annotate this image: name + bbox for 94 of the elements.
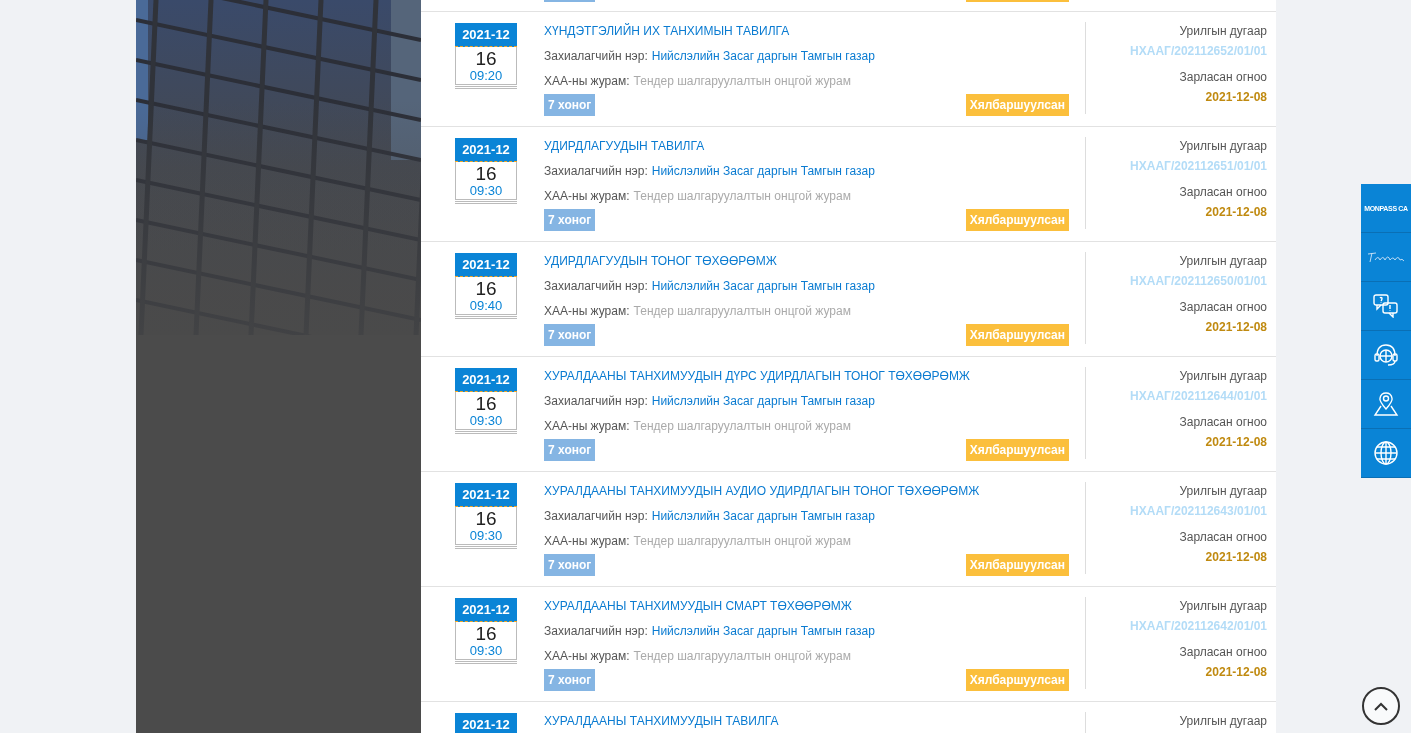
procedure-value: Тендер шалгаруулалтын онцгой журам [633, 303, 851, 320]
customer-link[interactable]: Нийслэлийн Засаг даргын Тамгын газар [651, 162, 875, 180]
duration-badge: 7 хоног [544, 209, 596, 231]
type-badge: Хялбаршуулсан [965, 324, 1069, 346]
date-time: 09:30 [469, 184, 503, 197]
map-pin-icon [1373, 391, 1399, 417]
date-month: 2021-12 [455, 713, 517, 733]
tender-title[interactable]: ХҮНДЭТГЭЛИЙН ИХ ТАНХИМЫН ТАВИЛГА [544, 22, 1069, 40]
date-day: 16 [475, 509, 497, 528]
procedure-label: ХАА-ны журам: [544, 418, 630, 435]
duration-badge: 7 хоног [544, 439, 596, 461]
chat-icon [1373, 294, 1399, 318]
invite-number: НХААГ/202112642/01/01 [1130, 618, 1267, 635]
date-time: 09:40 [469, 299, 503, 312]
invite-number: НХААГ/202112643/01/01 [1130, 503, 1267, 520]
customer-link[interactable]: Нийслэлийн Засаг даргын Тамгын газар [651, 392, 875, 410]
invite-label: Урилгын дугаар [1179, 253, 1267, 270]
invite-number: НХААГ/202112650/01/01 [1130, 273, 1267, 290]
type-badge: Хялбаршуулсан [965, 94, 1069, 116]
posted-date: 2021-12-08 [1205, 434, 1267, 451]
posted-label: Зарласан огноо [1179, 529, 1267, 546]
procedure-label: ХАА-ны журам: [544, 533, 630, 550]
posted-label: Зарласан огноо [1179, 414, 1267, 431]
date-month: 2021-12 [455, 23, 517, 47]
invite-label: Урилгын дугаар [1179, 138, 1267, 155]
procedure-label: ХАА-ны журам: [544, 188, 630, 205]
procedure-value: Тендер шалгаруулалтын онцгой журам [633, 648, 851, 665]
posted-label: Зарласан огноо [1179, 299, 1267, 316]
duration-badge: 7 хоног [544, 554, 596, 576]
duration-badge: 7 хоног [544, 669, 596, 691]
posted-date: 2021-12-08 [1205, 89, 1267, 106]
invite-label: Урилгын дугаар [1179, 368, 1267, 385]
date-time: 09:20 [469, 69, 503, 82]
invite-label: Урилгын дугаар [1179, 713, 1267, 730]
customer-label: Захиалагчийн нэр: [544, 623, 648, 640]
customer-link[interactable]: Нийслэлийн Засаг даргын Тамгын газар [651, 507, 875, 525]
tender-title[interactable]: ХУРАЛДААНЫ ТАНХИМУУДЫН СМАРТ ТӨХӨӨРӨМЖ [544, 597, 1069, 615]
posted-label: Зарласан огноо [1179, 644, 1267, 661]
date-month: 2021-12 [455, 253, 517, 277]
tender-title[interactable]: УДИРДЛАГУУДЫН ТОНОГ ТӨХӨӨРӨМЖ [544, 252, 1069, 270]
headset-icon [1373, 342, 1399, 368]
posted-label: Зарласан огноо [1179, 184, 1267, 201]
invite-number: НХААГ/202112644/01/01 [1130, 388, 1267, 405]
type-badge: Хялбаршуулсан [965, 554, 1069, 576]
date-day: 16 [475, 624, 497, 643]
date-day: 16 [475, 279, 497, 298]
posted-date: 2021-12-08 [1205, 319, 1267, 336]
customer-label: Захиалагчийн нэр: [544, 508, 648, 525]
scroll-top-button[interactable] [1362, 687, 1400, 725]
invite-number: НХААГ/202112651/01/01 [1130, 158, 1267, 175]
customer-label: Захиалагчийн нэр: [544, 48, 648, 65]
tender-title[interactable]: ХУРАЛДААНЫ ТАНХИМУУДЫН АУДИО УДИРДЛАГЫН ТОНОГ ТӨХӨӨРӨМЖ [544, 482, 1069, 500]
date-day: 16 [475, 49, 497, 68]
customer-link[interactable]: Нийслэлийн Засаг даргын Тамгын газар [651, 47, 875, 65]
procedure-value: Тендер шалгаруулалтын онцгой журам [633, 533, 851, 550]
posted-date: 2021-12-08 [1205, 664, 1267, 681]
date-month: 2021-12 [455, 598, 517, 622]
tender-title[interactable]: ХУРАЛДААНЫ ТАНХИМУУДЫН ДҮРС УДИРДЛАГЫН ТОНОГ ТӨХӨӨРӨМЖ [544, 367, 1069, 385]
duration-badge: 7 хоног [544, 324, 596, 346]
customer-label: Захиалагчийн нэр: [544, 278, 648, 295]
date-month: 2021-12 [455, 483, 517, 507]
invite-label: Урилгын дугаар [1179, 598, 1267, 615]
date-month: 2021-12 [455, 138, 517, 162]
tender-title[interactable]: УДИРДЛАГУУДЫН ТАВИЛГА [544, 137, 1069, 155]
posted-date: 2021-12-08 [1205, 204, 1267, 221]
customer-link[interactable]: Нийслэлийн Засаг даргын Тамгын газар [651, 622, 875, 640]
duration-badge: 7 хоног [544, 94, 596, 116]
procedure-value: Тендер шалгаруулалтын онцгой журам [633, 73, 851, 90]
procedure-label: ХАА-ны журам: [544, 648, 630, 665]
invite-number: НХААГ/202112652/01/01 [1130, 43, 1267, 60]
posted-label: Зарласан огноо [1179, 69, 1267, 86]
chevron-up-icon [1374, 701, 1388, 711]
procedure-value: Тендер шалгаруулалтын онцгой журам [633, 188, 851, 205]
procedure-label: ХАА-ны журам: [544, 73, 630, 90]
customer-label: Захиалагчийн нэр: [544, 163, 648, 180]
type-badge: Хялбаршуулсан [965, 209, 1069, 231]
date-day: 16 [475, 164, 497, 183]
date-day: 16 [475, 394, 497, 413]
posted-date: 2021-12-08 [1205, 549, 1267, 566]
date-time: 09:30 [469, 414, 503, 427]
customer-label: Захиалагчийн нэр: [544, 393, 648, 410]
procedure-label: ХАА-ны журам: [544, 303, 630, 320]
procedure-value: Тендер шалгаруулалтын онцгой журам [633, 418, 851, 435]
invite-label: Урилгын дугаар [1179, 483, 1267, 500]
globe-icon [1373, 440, 1399, 466]
customer-link[interactable]: Нийслэлийн Засаг даргын Тамгын газар [651, 277, 875, 295]
date-month: 2021-12 [455, 368, 517, 392]
type-badge: Хялбаршуулсан [965, 439, 1069, 461]
type-badge: Хялбаршуулсан [965, 669, 1069, 691]
date-time: 09:30 [469, 529, 503, 542]
date-time: 09:30 [469, 644, 503, 657]
invite-label: Урилгын дугаар [1179, 23, 1267, 40]
tender-title[interactable]: ХУРАЛДААНЫ ТАНХИМУУДЫН ТАВИЛГА [544, 712, 1069, 730]
signature-logo-icon [1366, 250, 1406, 264]
